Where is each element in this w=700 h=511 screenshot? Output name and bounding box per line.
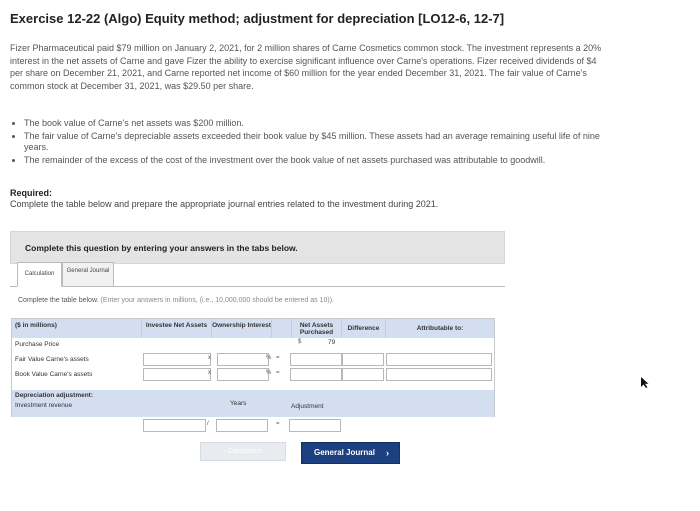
tab-general-journal[interactable]: General Journal <box>62 262 114 287</box>
instructions-text: Complete this question by entering your … <box>25 243 298 253</box>
header-investee-net-assets: Investee Net Assets <box>142 319 212 338</box>
row-label-book-value: Book Value Carne's assets <box>15 371 93 378</box>
net-assets-purchased-value: 79 <box>328 339 336 346</box>
header-ownership-interest: Ownership Interest <box>212 319 272 338</box>
header-attributable-to: Attributable to: <box>386 319 494 338</box>
header-difference: Difference <box>342 319 386 338</box>
investment-revenue-label: Investment revenue <box>15 402 73 409</box>
adjustment-label: Adjustment <box>291 403 324 410</box>
fair-value-investee-input[interactable] <box>143 353 211 366</box>
book-value-attributable-input[interactable] <box>386 368 492 381</box>
mouse-pointer-icon <box>640 376 650 394</box>
equals-op: = <box>276 421 280 427</box>
fair-value-attributable-input[interactable] <box>386 353 492 366</box>
percent-op: % <box>266 370 272 376</box>
bullet-item: The fair value of Carne's depreciable as… <box>24 131 614 154</box>
depreciation-years-input[interactable] <box>216 419 268 432</box>
problem-paragraph: Fizer Pharmaceutical paid $79 million on… <box>10 43 602 91</box>
multiply-op: x <box>208 355 211 361</box>
calculation-table: ($ in millions) Investee Net Assets Owne… <box>11 318 495 417</box>
exercise-title: Exercise 12-22 (Algo) Equity method; adj… <box>10 11 505 26</box>
chevron-left-icon: ‹ <box>223 448 226 455</box>
tab-calculation[interactable]: Calculation <box>17 262 62 287</box>
prev-tab-button[interactable]: ‹ Calculation <box>200 442 286 461</box>
next-tab-label: General Journal <box>314 448 375 457</box>
book-value-ownership-input[interactable] <box>217 368 269 381</box>
bullet-item: The book value of Carne's net assets was… <box>24 118 614 130</box>
book-value-purchased-input[interactable] <box>290 368 342 381</box>
table-instructions-note: (Enter your answers in millions, (i.e., … <box>100 297 334 304</box>
book-value-investee-input[interactable] <box>143 368 211 381</box>
bullet-item: The remainder of the excess of the cost … <box>24 155 614 167</box>
percent-op: % <box>266 355 272 361</box>
problem-bullets: The book value of Carne's net assets was… <box>14 118 614 167</box>
row-label-fair-value: Fair Value Carne's assets <box>15 356 89 363</box>
row-label-purchase-price: Purchase Price <box>15 341 60 348</box>
header-label: ($ in millions) <box>12 319 142 338</box>
table-instructions: Complete the table below. (Enter your an… <box>18 297 334 304</box>
required-label: Required: <box>10 188 53 198</box>
book-value-difference-input[interactable] <box>342 368 384 381</box>
chevron-right-icon: › <box>386 448 389 458</box>
header-net-assets-purchased: Net Assets Purchased <box>292 319 342 338</box>
fair-value-difference-input[interactable] <box>342 353 384 366</box>
header-spacer <box>272 319 292 338</box>
depreciation-adjustment-input[interactable] <box>289 419 341 432</box>
instructions-bar: Complete this question by entering your … <box>10 231 505 264</box>
currency-sign: $ <box>298 339 302 345</box>
equals-op: = <box>276 370 280 376</box>
prev-tab-label: Calculation <box>227 448 263 455</box>
fair-value-ownership-input[interactable] <box>217 353 269 366</box>
equals-op: = <box>276 355 280 361</box>
required-text: Complete the table below and prepare the… <box>10 199 439 209</box>
fair-value-purchased-input[interactable] <box>290 353 342 366</box>
multiply-op: x <box>208 370 211 376</box>
next-tab-button[interactable]: General Journal › <box>301 442 400 464</box>
depreciation-amount-input[interactable] <box>143 419 206 432</box>
years-label: Years <box>230 400 247 407</box>
required-section: Required: Complete the table below and p… <box>10 188 610 210</box>
divide-op: / <box>207 421 209 427</box>
depreciation-label: Depreciation adjustment: <box>15 392 94 399</box>
table-instructions-main: Complete the table below. <box>18 297 99 304</box>
